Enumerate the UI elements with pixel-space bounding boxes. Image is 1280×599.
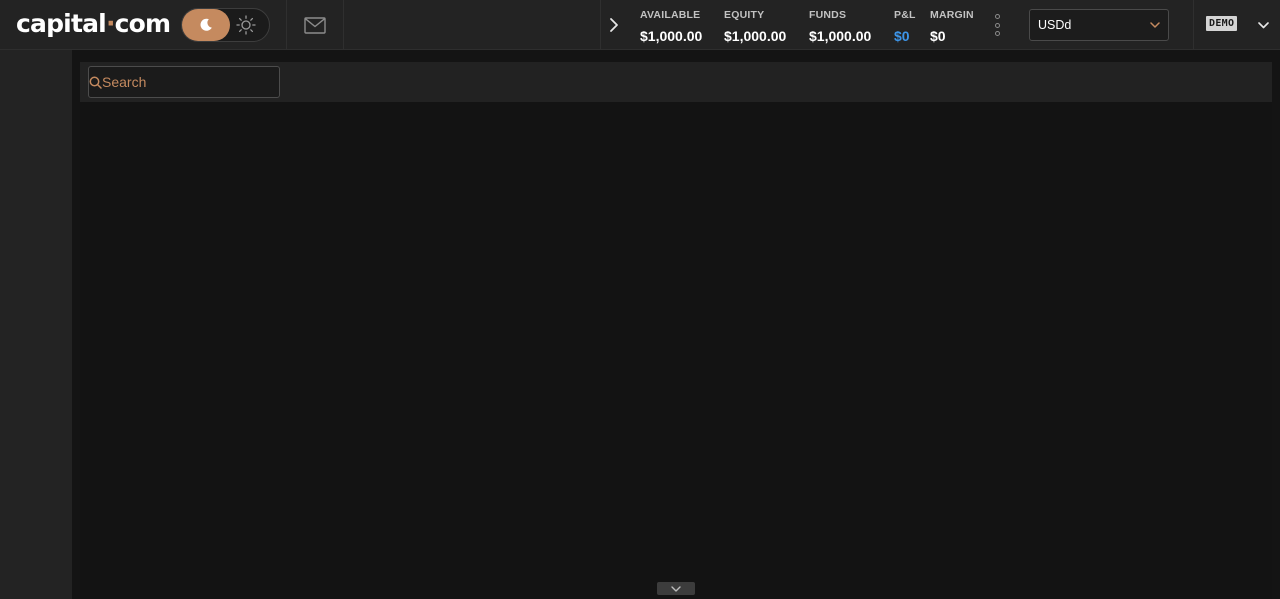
collapse-stats-button[interactable] <box>604 13 624 37</box>
stat-funds: FUNDS $1,000.00 <box>809 9 871 45</box>
messages-button[interactable] <box>303 15 327 35</box>
header-divider <box>1193 0 1194 49</box>
account-currency-select[interactable]: USDd <box>1029 9 1169 41</box>
more-options-button[interactable] <box>990 14 1004 36</box>
stat-equity: EQUITY $1,000.00 <box>724 9 786 45</box>
header-divider <box>600 0 601 49</box>
theme-dark-option[interactable] <box>182 9 230 41</box>
logo-prefix: capital <box>16 9 107 38</box>
stat-label: P&L <box>894 9 916 21</box>
envelope-icon <box>304 16 326 34</box>
stat-margin: MARGIN $0 <box>930 9 974 45</box>
kebab-dot <box>994 22 1000 28</box>
logo-suffix: com <box>114 9 171 38</box>
capital-com-logo[interactable]: capital·com <box>16 8 171 40</box>
stat-label: FUNDS <box>809 9 847 21</box>
stat-value: $1,000.00 <box>640 28 703 44</box>
theme-toggle[interactable] <box>181 8 270 42</box>
kebab-dot <box>994 31 1000 36</box>
stat-value: $1,000.00 <box>809 28 872 44</box>
sun-icon <box>236 15 256 35</box>
stat-available: AVAILABLE $1,000.00 <box>640 9 702 45</box>
stat-label: AVAILABLE <box>640 9 701 21</box>
stat-pnl: P&L $0 <box>894 9 916 45</box>
expand-bottom-panel-button[interactable] <box>657 582 695 595</box>
search-bar <box>80 62 1272 102</box>
header-divider <box>343 0 344 49</box>
top-bar: capital·com AVAILABLE $1,000.00 EQUITY $… <box>0 0 1280 50</box>
chevron-right-icon <box>610 18 618 32</box>
chevron-down-icon <box>671 585 681 592</box>
moon-icon <box>200 18 212 31</box>
stat-label: MARGIN <box>930 9 974 21</box>
left-sidebar <box>0 50 72 599</box>
stat-value: $0 <box>894 28 910 44</box>
search-field[interactable] <box>88 66 283 98</box>
stat-label: EQUITY <box>724 9 765 21</box>
stat-value: $1,000.00 <box>724 28 787 44</box>
logo-dot: · <box>105 9 115 38</box>
search-input[interactable] <box>102 68 283 96</box>
stat-value: $0 <box>930 28 946 44</box>
kebab-dot <box>994 14 1000 19</box>
main-panel <box>80 62 1272 599</box>
header-divider <box>286 0 287 49</box>
chevron-down-icon <box>1142 10 1168 40</box>
search-icon <box>89 67 102 97</box>
theme-light-option[interactable] <box>236 15 256 35</box>
account-menu-button[interactable] <box>1254 16 1272 34</box>
demo-badge[interactable]: DEMO <box>1206 16 1238 31</box>
account-select-value: USDd <box>1038 18 1072 32</box>
chevron-down-icon <box>1257 21 1269 28</box>
